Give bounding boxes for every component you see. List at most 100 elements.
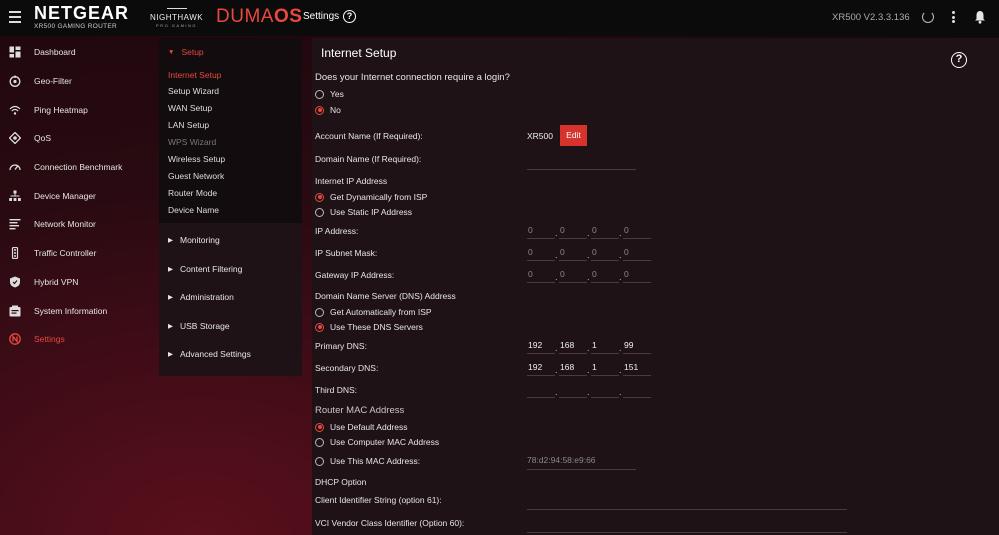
speedometer-icon	[9, 164, 21, 171]
radio-label: Use These DNS Servers	[330, 322, 423, 332]
subnav-section-content-filtering[interactable]: ▶ Content Filtering	[159, 254, 302, 283]
radio-checked-icon	[315, 192, 324, 202]
subnav-item-wan-setup[interactable]: WAN Setup	[159, 100, 302, 117]
domain-name-label: Domain Name (If Required):	[315, 154, 422, 164]
nav-item-traffic-controller[interactable]: Traffic Controller	[0, 239, 150, 268]
ip-octet-input[interactable]: 192	[527, 360, 555, 376]
subnav-section-administration[interactable]: ▶ Administration	[159, 283, 302, 312]
nav-item-settings[interactable]: Settings	[0, 325, 150, 354]
settings-icon	[9, 333, 21, 346]
nav-item-dashboard[interactable]: Dashboard	[0, 38, 150, 67]
ip-octet-input[interactable]: 0	[559, 267, 587, 283]
nav-item-qos[interactable]: QoS	[0, 124, 150, 153]
edit-button[interactable]: Edit	[560, 125, 587, 146]
radio-label: No	[330, 105, 341, 115]
mac-heading: Router MAC Address	[315, 405, 405, 416]
ip-octet-input[interactable]: 0	[591, 223, 619, 239]
radio-unchecked-icon	[315, 207, 324, 217]
help-icon[interactable]: ?	[343, 10, 356, 23]
nav-item-ping-heatmap[interactable]: Ping Heatmap	[0, 95, 150, 124]
ip-octet-input[interactable]: 168	[559, 338, 587, 354]
ip-separator: .	[587, 343, 590, 353]
dns-auto-radio[interactable]: Get Automatically from ISP	[315, 307, 432, 317]
ip-octet-input[interactable]: 151	[623, 360, 651, 376]
ip-octet-input[interactable]	[559, 382, 587, 398]
subnav-section-advanced-settings[interactable]: ▶ Advanced Settings	[159, 340, 302, 369]
mac-computer-radio[interactable]: Use Computer MAC Address	[315, 437, 439, 447]
menu-icon[interactable]	[9, 11, 21, 23]
nav-item-system-information[interactable]: System Information	[0, 296, 150, 325]
nav-label: Connection Benchmark	[34, 162, 123, 173]
client-id-input[interactable]	[527, 509, 847, 510]
subnav-section-usb-storage[interactable]: ▶ USB Storage	[159, 311, 302, 340]
nav-label: Settings	[34, 334, 65, 345]
mac-address-input[interactable]: 78:d2:94:58:e9:66	[527, 455, 596, 465]
network-tree-icon	[9, 190, 21, 201]
login-no-radio[interactable]: No	[315, 105, 341, 115]
ip-static-radio[interactable]: Use Static IP Address	[315, 207, 412, 217]
ip-octet-input[interactable]: 99	[623, 338, 651, 354]
nav-item-device-manager[interactable]: Device Manager	[0, 181, 150, 210]
ip-octet-input[interactable]: 0	[623, 245, 651, 261]
internet-ip-heading: Internet IP Address	[315, 176, 388, 186]
ip-octet-input[interactable]: 0	[559, 223, 587, 239]
dashboard-icon	[9, 46, 21, 58]
nav-item-hybrid-vpn[interactable]: Hybrid VPN	[0, 268, 150, 297]
subnav-item-wps-wizard: WPS Wizard	[168, 137, 217, 148]
gateway-input: 0. 0. 0. 0	[527, 267, 651, 283]
ip-octet-input[interactable]: 0	[623, 267, 651, 283]
ip-octet-input[interactable]	[591, 382, 619, 398]
more-vert-icon[interactable]	[952, 11, 956, 25]
triangle-right-icon: ▶	[168, 265, 173, 273]
ip-separator: .	[619, 365, 622, 375]
help-icon[interactable]: ?	[951, 52, 967, 68]
subnav-section-monitoring[interactable]: ▶ Monitoring	[159, 226, 302, 255]
nav-label: Dashboard	[34, 47, 76, 58]
ip-octet-input[interactable]: 0	[591, 245, 619, 261]
nav-item-network-monitor[interactable]: Network Monitor	[0, 210, 150, 239]
ip-octet-input[interactable]: 1	[591, 338, 619, 354]
ip-octet-input[interactable]: 0	[591, 267, 619, 283]
triangle-right-icon: ▶	[168, 294, 173, 302]
secondary-dns-label: Secondary DNS:	[315, 363, 379, 373]
ip-octet-input[interactable]: 0	[559, 245, 587, 261]
ip-octet-input[interactable]: 168	[559, 360, 587, 376]
nav-item-connection-benchmark[interactable]: Connection Benchmark	[0, 153, 150, 182]
login-yes-radio[interactable]: Yes	[315, 89, 344, 99]
ip-octet-input[interactable]: 0	[527, 223, 555, 239]
subnav-item-guest-network[interactable]: Guest Network	[159, 168, 302, 185]
mac-default-radio[interactable]: Use Default Address	[315, 422, 407, 432]
domain-name-input[interactable]	[527, 169, 636, 170]
ip-dynamic-radio[interactable]: Get Dynamically from ISP	[315, 192, 427, 202]
subnav-item-device-name[interactable]: Device Name	[159, 202, 302, 219]
subnav-item-wireless-setup[interactable]: Wireless Setup	[159, 151, 302, 168]
vci-input[interactable]	[527, 532, 847, 533]
brand-subtitle: XR500 GAMING ROUTER	[34, 23, 117, 30]
ip-octet-input[interactable]: 192	[527, 338, 555, 354]
subnav-section-setup[interactable]: ▼ Setup	[159, 38, 302, 67]
ip-separator: .	[619, 250, 622, 260]
subnav-item-setup-wizard[interactable]: Setup Wizard	[159, 83, 302, 100]
subnav-item-internet-setup[interactable]: Internet Setup	[159, 67, 302, 84]
radio-label: Use This MAC Address:	[330, 456, 421, 466]
nav-label: Ping Heatmap	[34, 104, 88, 115]
ip-octet-input[interactable]: 0	[527, 267, 555, 283]
ip-octet-input[interactable]: 0	[527, 245, 555, 261]
nav-label: Network Monitor	[34, 219, 96, 230]
bell-icon[interactable]	[974, 10, 986, 24]
dns-manual-radio[interactable]: Use These DNS Servers	[315, 322, 423, 332]
ip-separator: .	[587, 387, 590, 397]
ip-octet-input[interactable]: 0	[623, 223, 651, 239]
refresh-icon[interactable]	[922, 11, 934, 23]
nav-item-geo-filter[interactable]: Geo-Filter	[0, 67, 150, 96]
subnav-item-router-mode[interactable]: Router Mode	[159, 185, 302, 202]
nighthawk-subtext: PRO GAMING	[156, 23, 198, 28]
mac-this-radio[interactable]: Use This MAC Address:	[315, 456, 420, 466]
ip-octet-input[interactable]: 1	[591, 360, 619, 376]
ip-separator: .	[587, 272, 590, 282]
primary-dns-input: 192. 168. 1. 99	[527, 338, 651, 354]
ip-octet-input[interactable]	[527, 382, 555, 398]
subnav-item-lan-setup[interactable]: LAN Setup	[159, 117, 302, 134]
ip-octet-input[interactable]	[623, 382, 651, 398]
radio-label: Get Automatically from ISP	[330, 307, 432, 317]
